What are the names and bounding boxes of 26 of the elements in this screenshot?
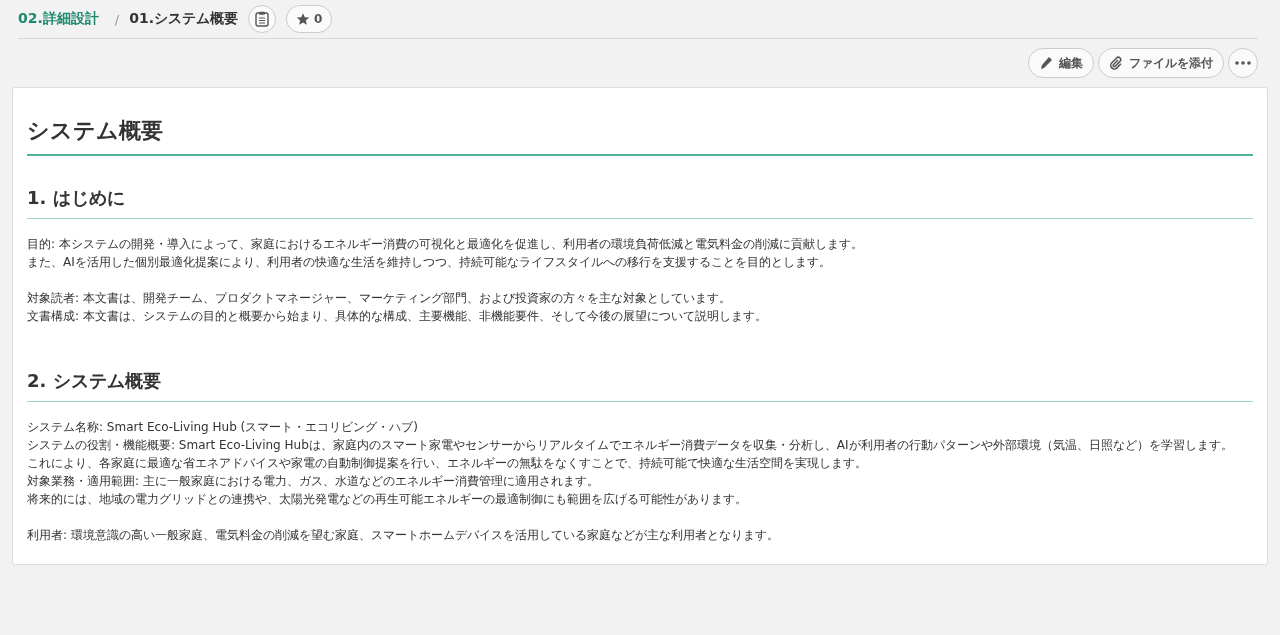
document-title: システム概要 <box>27 116 1253 156</box>
more-icon <box>1235 61 1251 65</box>
body-text-line: 対象読者: 本文書は、開発チーム、プロダクトマネージャー、マーケティング部門、および投資家の方々を主な対象としています。 <box>27 290 732 307</box>
breadcrumb-link[interactable]: 02.詳細設計 <box>18 10 99 28</box>
attach-button[interactable]: ファイルを添付 <box>1098 48 1224 78</box>
body-text-line: また、AIを活用した個別最適化提案により、利用者の快適な生活を維持しつつ、持続可能なライフスタイルへの移行を支援することを目的とします。 <box>27 254 832 271</box>
edit-button[interactable]: 編集 <box>1028 48 1094 78</box>
paperclip-icon <box>1109 56 1123 70</box>
pen-icon <box>1039 56 1053 70</box>
body-text-line: システムの役割・機能概要: Smart Eco-Living Hubは、家庭内のスマート家電やセンサーからリアルタイムでエネルギー消費データを収集・分析し、AIが利用者の行動パターンや外部環境（気温、日照など）を学習します。 <box>27 437 1234 454</box>
page-title: 01.システム概要 <box>129 10 238 28</box>
section-heading: 2. システム概要 <box>27 369 1253 402</box>
star-icon <box>296 12 310 26</box>
body-text-line: 対象業務・適用範囲: 主に一般家庭における電力、ガス、水道などのエネルギー消費管理に適用されます。 <box>27 473 600 490</box>
body-text-line: 将来的には、地域の電力グリッドとの連携や、太陽光発電などの再生可能エネルギーの最適制御にも範囲を広げる可能性があります。 <box>27 491 748 508</box>
clipboard-icon <box>255 11 269 27</box>
more-button[interactable] <box>1228 48 1258 78</box>
body-text-line: 文書構成: 本文書は、システムの目的と概要から始まり、具体的な構成、主要機能、非機能要件、そして今後の展望について説明します。 <box>27 308 768 325</box>
body-text-line: システム名称: Smart Eco-Living Hub (スマート・エコリビング・ハブ) <box>27 419 419 436</box>
body-text-line: これにより、各家庭に最適な省エネアドバイスや家電の自動制御提案を行い、エネルギーの無駄をなくすことで、持続可能で快適な生活空間を実現します。 <box>27 455 868 472</box>
clipboard-button[interactable] <box>248 5 276 33</box>
breadcrumb-separator: / <box>114 11 120 27</box>
body-text-line: 利用者: 環境意識の高い一般家庭、電気料金の削減を望む家庭、スマートホームデバイスを活用している家庭などが主な利用者となります。 <box>27 527 780 544</box>
star-button[interactable]: 0 <box>286 5 333 33</box>
body-text-line: 目的: 本システムの開発・導入によって、家庭におけるエネルギー消費の可視化と最適化を促進し、利用者の環境負荷低減と電気料金の削減に貢献します。 <box>27 236 864 253</box>
section-heading: 1. はじめに <box>27 186 1253 219</box>
